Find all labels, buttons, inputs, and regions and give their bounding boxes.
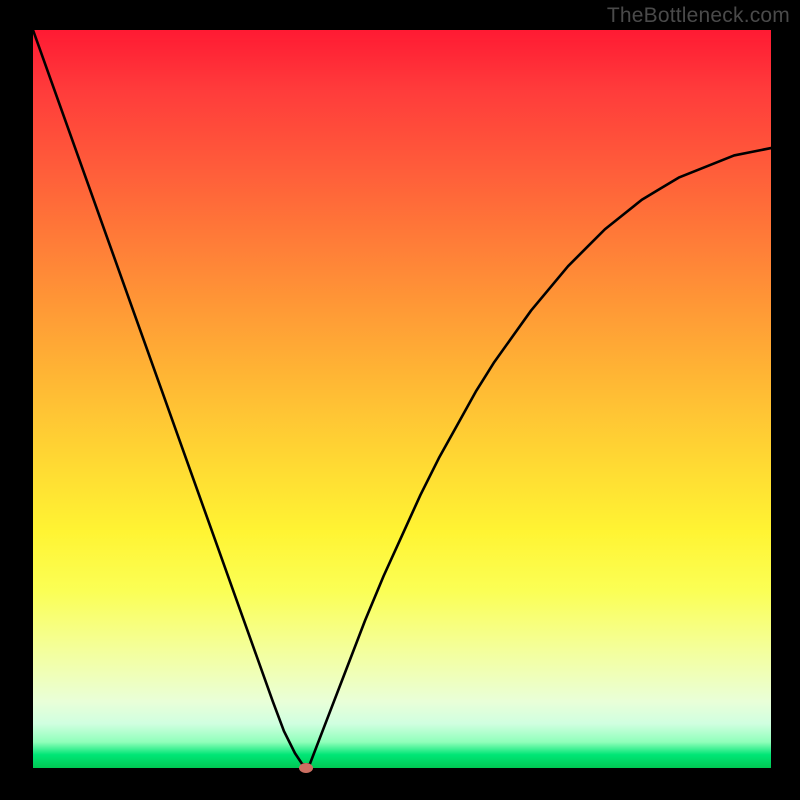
plot-area xyxy=(33,30,771,768)
bottleneck-curve xyxy=(33,30,771,768)
optimal-point-marker xyxy=(299,763,313,773)
chart-outer-frame: TheBottleneck.com xyxy=(0,0,800,800)
watermark-text: TheBottleneck.com xyxy=(607,4,790,28)
